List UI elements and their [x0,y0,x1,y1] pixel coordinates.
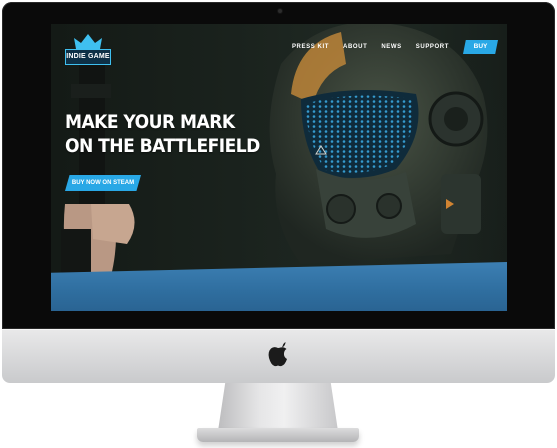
apple-logo-icon [268,342,287,367]
website-screen: INDIE GAME PRESS KIT ABOUT NEWS SUPPORT … [51,24,507,311]
monitor-stand-neck [218,383,338,431]
main-nav: PRESS KIT ABOUT NEWS SUPPORT [292,44,449,50]
hero-headline: MAKE YOUR MARK ON THE BATTLEFIELD [65,110,260,158]
buy-on-steam-button[interactable]: BUY NOW ON STEAM [65,175,141,191]
nav-item-press-kit[interactable]: PRESS KIT [292,44,329,50]
camera-dot [278,9,282,13]
headline-line-2: ON THE BATTLEFIELD [65,135,260,157]
soldier-helmet-image [269,24,488,264]
nav-item-about[interactable]: ABOUT [343,44,367,50]
nav-item-news[interactable]: NEWS [381,44,401,50]
monitor-stand-base [197,428,359,442]
headline-line-1: MAKE YOUR MARK [65,111,235,133]
logo-text: INDIE GAME [65,49,111,65]
crown-icon [74,34,102,49]
nav-item-support[interactable]: SUPPORT [416,44,449,50]
site-logo[interactable]: INDIE GAME [65,34,111,68]
buy-button[interactable]: BUY [463,40,498,54]
